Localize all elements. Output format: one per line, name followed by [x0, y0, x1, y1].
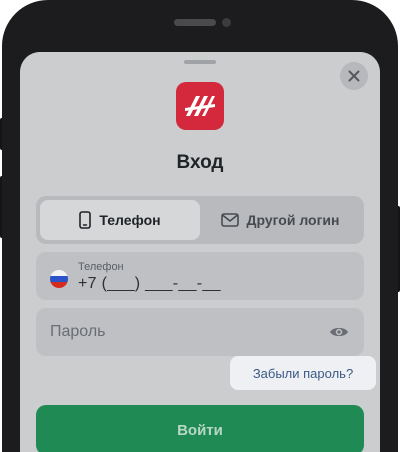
tab-phone-label: Телефон — [99, 212, 161, 228]
phone-field-label: Телефон — [78, 261, 124, 273]
tab-phone[interactable]: Телефон — [40, 200, 200, 240]
login-method-tabs: Телефон Другой логин — [36, 196, 364, 244]
brand-logo-icon — [185, 96, 215, 116]
phone-input[interactable]: Телефон +7 (___) ___-__-__ — [36, 252, 364, 300]
tab-other-login[interactable]: Другой логин — [200, 200, 360, 240]
speaker-grille — [174, 19, 216, 26]
page-title: Вход — [176, 152, 224, 173]
front-camera — [222, 18, 231, 27]
password-input[interactable] — [50, 308, 320, 356]
tab-other-login-label: Другой логин — [246, 212, 340, 228]
close-button[interactable] — [340, 62, 368, 90]
forgot-password-link[interactable]: Забыли пароль? — [230, 356, 376, 390]
phone-frame: Вход Телефон Другой логин Телефон +7 (__… — [0, 0, 400, 452]
sheet-grabber[interactable] — [184, 60, 216, 64]
phone-field-value: +7 (___) ___-__-__ — [78, 275, 221, 292]
russia-flag-icon[interactable] — [50, 270, 68, 288]
login-sheet: Вход Телефон Другой логин Телефон +7 (__… — [20, 52, 380, 452]
password-field — [36, 308, 364, 356]
phone-screen: Вход Телефон Другой логин Телефон +7 (__… — [20, 52, 380, 452]
brand-logo — [176, 82, 224, 130]
show-password-button[interactable] — [328, 322, 350, 342]
eye-icon — [330, 327, 348, 337]
close-icon — [348, 70, 360, 82]
envelope-icon — [220, 213, 239, 227]
login-button[interactable]: Войти — [36, 405, 364, 452]
smartphone-icon — [79, 211, 92, 229]
